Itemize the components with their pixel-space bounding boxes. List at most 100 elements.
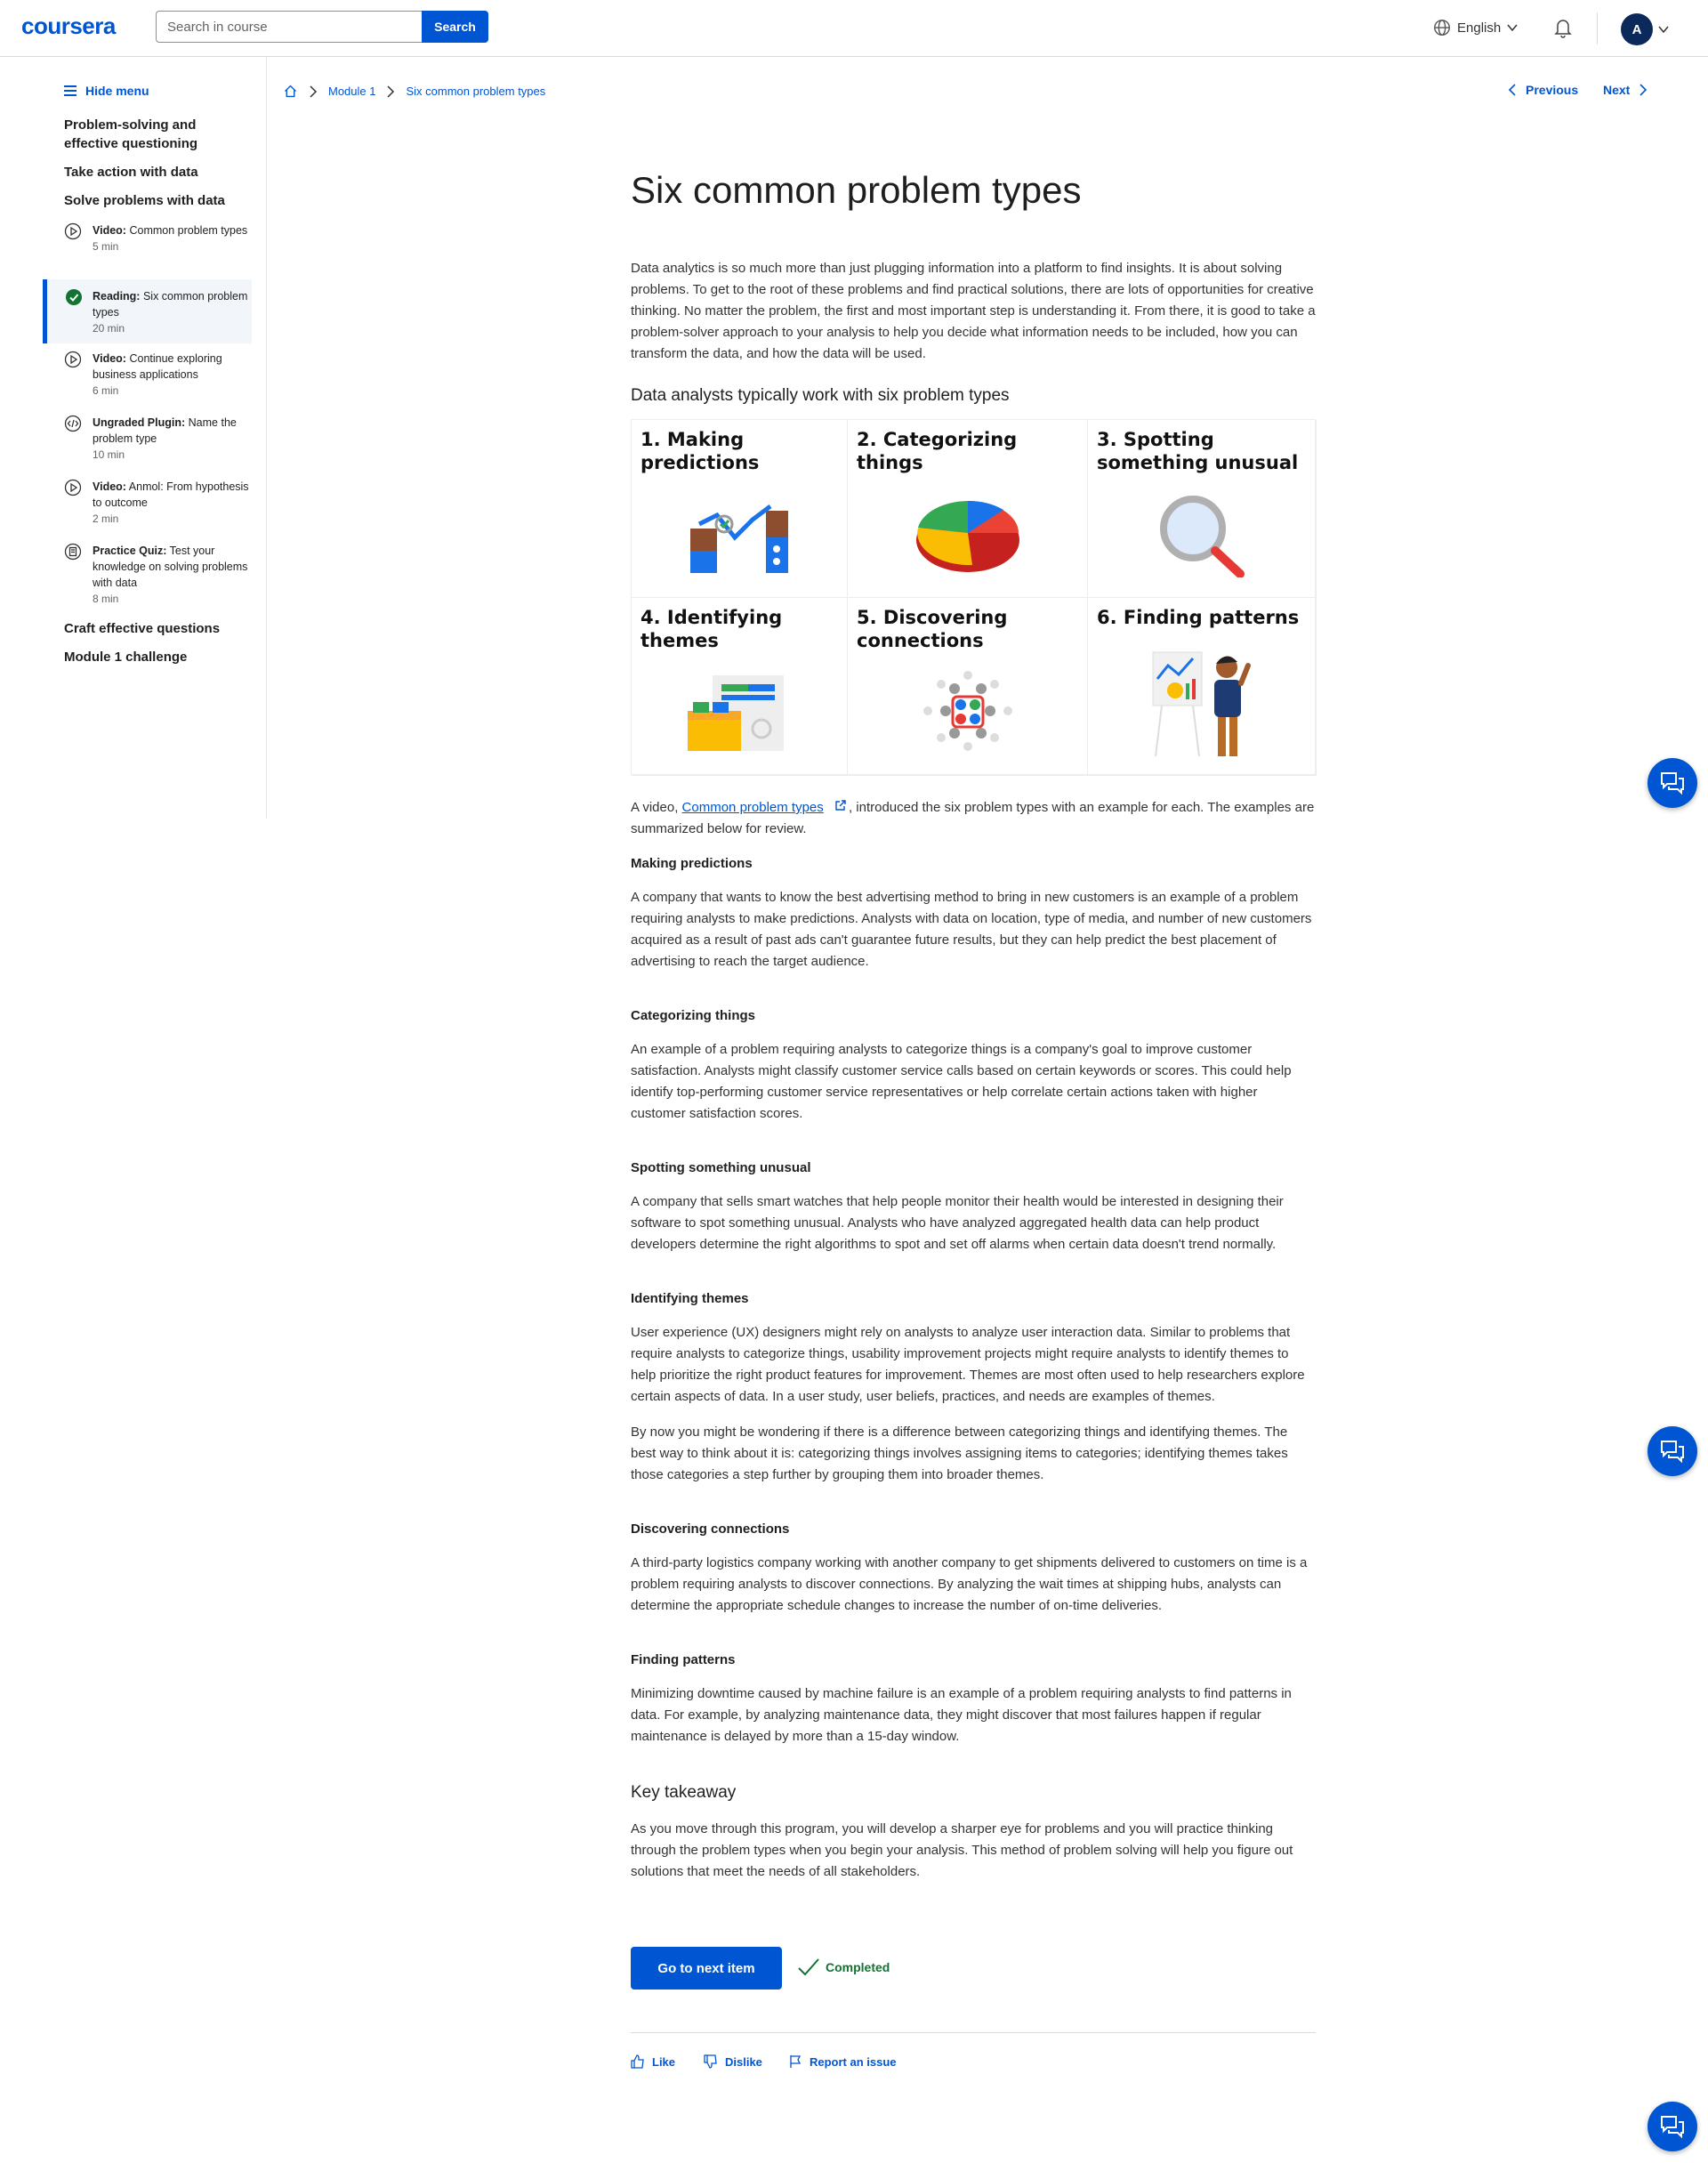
section-body: A company that sells smart watches that … bbox=[631, 1194, 1284, 1252]
grid-label: 3. Spotting something unusual bbox=[1097, 429, 1299, 473]
chat-assistant-button[interactable] bbox=[1648, 2102, 1697, 2151]
grid-label: 4. Identifying themes bbox=[640, 607, 783, 651]
sidebar-item-plugin-name-problem-type[interactable]: Ungraded Plugin: Name the problem type 1… bbox=[43, 415, 252, 463]
section-heading: Finding patterns bbox=[631, 1652, 736, 1667]
section-heading: Identifying themes bbox=[631, 1291, 749, 1306]
section-heading: Spotting something unusual bbox=[631, 1160, 811, 1175]
grid-cell-identifying-themes: 4. Identifying themes bbox=[632, 598, 848, 776]
like-button[interactable]: Like bbox=[631, 2054, 675, 2069]
connections-illustration bbox=[922, 671, 1012, 751]
reading-content: Six common problem types Data analytics … bbox=[631, 167, 1316, 406]
language-selector[interactable]: English bbox=[1432, 18, 1519, 37]
grid-cell-making-predictions: 1. Making predictions bbox=[632, 420, 848, 598]
breadcrumb: Module 1 Six common problem types bbox=[283, 84, 545, 99]
completed-check-icon bbox=[66, 289, 82, 305]
home-icon[interactable] bbox=[283, 84, 298, 99]
report-issue-button[interactable]: Report an issue bbox=[788, 2054, 897, 2069]
item-type: Practice Quiz: bbox=[93, 545, 167, 557]
thumbs-up-icon bbox=[631, 2054, 644, 2069]
coursera-logo[interactable]: coursera bbox=[21, 12, 116, 40]
sidebar-module-5[interactable]: Module 1 challenge bbox=[64, 648, 233, 666]
grid-cell-finding-patterns: 6. Finding patterns bbox=[1088, 598, 1317, 776]
sidebar-module-2[interactable]: Take action with data bbox=[64, 163, 233, 182]
item-duration: 6 min bbox=[93, 384, 119, 397]
hide-menu-label: Hide menu bbox=[85, 84, 149, 98]
common-problem-types-link[interactable]: Common problem types bbox=[682, 800, 824, 815]
sidebar-item-video-common-problem-types[interactable]: Video: Common problem types 5 min bbox=[43, 222, 252, 254]
bell-icon bbox=[1554, 20, 1572, 38]
chevron-right-icon bbox=[1640, 84, 1648, 96]
grid-cell-discovering-connections: 5. Discovering connections bbox=[848, 598, 1088, 776]
intro-paragraph: Data analytics is so much more than just… bbox=[631, 261, 1316, 361]
play-circle-icon bbox=[64, 222, 82, 240]
flag-icon bbox=[790, 2055, 802, 2068]
go-to-next-item-button[interactable]: Go to next item bbox=[631, 1947, 782, 1989]
chevron-right-icon bbox=[310, 85, 318, 98]
sidebar-module-3[interactable]: Solve problems with data bbox=[64, 191, 233, 210]
chevron-down-icon bbox=[1507, 24, 1518, 32]
dislike-button[interactable]: Dislike bbox=[704, 2054, 762, 2069]
completed-label: Completed bbox=[826, 1960, 890, 1974]
sidebar-module-1[interactable]: Problem-solving and effective questionin… bbox=[64, 116, 233, 153]
avatar[interactable]: A bbox=[1621, 13, 1653, 45]
section-body: Minimizing downtime caused by machine fa… bbox=[631, 1686, 1292, 1744]
sidebar-item-video-anmol[interactable]: Video: Anmol: From hypothesis to outcome… bbox=[43, 479, 252, 527]
completed-status: Completed bbox=[797, 1957, 890, 1977]
section-body: A company that wants to know the best ad… bbox=[631, 890, 1312, 969]
dislike-label: Dislike bbox=[725, 2054, 762, 2069]
top-header: coursera Search English A bbox=[0, 0, 1708, 57]
breadcrumb-current[interactable]: Six common problem types bbox=[406, 85, 545, 98]
chevron-right-icon bbox=[387, 85, 395, 98]
chat-assistant-button[interactable] bbox=[1648, 1426, 1697, 1476]
section-body: An example of a problem requiring analys… bbox=[631, 1042, 1292, 1121]
hide-menu-button[interactable]: Hide menu bbox=[64, 84, 149, 98]
pie-chart-illustration bbox=[915, 501, 1019, 572]
item-duration: 5 min bbox=[93, 240, 119, 253]
section-body: User experience (UX) designers might rel… bbox=[631, 1325, 1305, 1404]
chevron-left-icon bbox=[1508, 84, 1516, 96]
item-duration: 2 min bbox=[93, 513, 119, 525]
section-heading: Discovering connections bbox=[631, 1521, 790, 1537]
header-divider bbox=[1597, 12, 1598, 44]
item-type: Reading: bbox=[93, 290, 141, 303]
sidebar-module-4[interactable]: Craft effective questions bbox=[64, 619, 233, 638]
previous-button[interactable]: Previous bbox=[1508, 83, 1578, 97]
plugin-icon bbox=[64, 415, 82, 432]
next-button[interactable]: Next bbox=[1603, 83, 1648, 97]
item-duration: 10 min bbox=[93, 448, 125, 461]
checkmark-icon bbox=[798, 1958, 819, 1976]
chevron-down-icon[interactable] bbox=[1656, 23, 1671, 36]
course-sidebar: Hide menu Problem-solving and effective … bbox=[0, 57, 267, 819]
patterns-illustration bbox=[1152, 651, 1251, 757]
next-label: Next bbox=[1603, 83, 1631, 97]
breadcrumb-module[interactable]: Module 1 bbox=[328, 85, 375, 98]
chat-bubbles-icon bbox=[1661, 1441, 1684, 1464]
chat-assistant-button[interactable] bbox=[1648, 758, 1697, 808]
item-type: Video: bbox=[93, 224, 126, 237]
language-label: English bbox=[1457, 20, 1502, 36]
sidebar-item-video-continue-exploring[interactable]: Video: Continue exploring business appli… bbox=[43, 351, 252, 399]
section-heading: Making predictions bbox=[631, 856, 753, 871]
menu-icon bbox=[64, 85, 77, 96]
footer-divider bbox=[631, 2032, 1316, 2033]
article-body: A video, Common problem types , introduc… bbox=[631, 797, 1316, 1883]
grid-cell-spotting-something-unusual: 3. Spotting something unusual bbox=[1088, 420, 1317, 598]
sidebar-item-reading-six-common-problem-types[interactable]: Reading: Six common problem types 20 min bbox=[43, 279, 252, 343]
section-body: By now you might be wondering if there i… bbox=[631, 1425, 1288, 1482]
video-prefix: A video, bbox=[631, 800, 682, 815]
external-link-icon[interactable] bbox=[834, 799, 847, 811]
search-button[interactable]: Search bbox=[422, 11, 488, 43]
play-circle-icon bbox=[64, 351, 82, 368]
grid-label: 2. Categorizing things bbox=[857, 429, 1018, 473]
item-duration: 8 min bbox=[93, 593, 119, 605]
quiz-icon bbox=[64, 543, 82, 561]
grid-cell-categorizing-things: 2. Categorizing things bbox=[848, 420, 1088, 598]
key-takeaway-body: As you move through this program, you wi… bbox=[631, 1821, 1293, 1879]
search-input[interactable] bbox=[156, 11, 423, 43]
key-takeaway-heading: Key takeaway bbox=[631, 1783, 737, 1802]
previous-label: Previous bbox=[1526, 83, 1579, 97]
notifications-button[interactable] bbox=[1552, 16, 1574, 44]
thumbs-down-icon bbox=[704, 2054, 717, 2069]
sidebar-item-practice-quiz[interactable]: Practice Quiz: Test your knowledge on so… bbox=[43, 543, 252, 607]
themes-illustration bbox=[688, 675, 784, 751]
